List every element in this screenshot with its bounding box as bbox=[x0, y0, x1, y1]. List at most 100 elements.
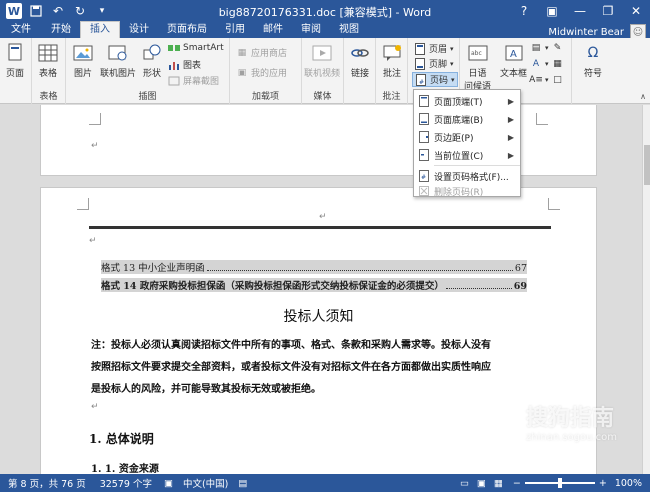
minimize-button[interactable]: — bbox=[566, 0, 594, 22]
menu-item-format-page-numbers[interactable]: # 设置页码格式(F)... bbox=[414, 167, 520, 185]
tab-page-layout[interactable]: 页面布局 bbox=[158, 22, 216, 38]
shapes-icon bbox=[141, 42, 163, 64]
customize-qat-icon[interactable]: ▾ bbox=[94, 3, 110, 19]
chevron-down-icon: ▾ bbox=[451, 75, 455, 84]
title-bar: W ↶ ↻ ▾ big88720176331.doc [兼容模式] - Word… bbox=[0, 0, 650, 22]
read-mode-icon[interactable]: ▭ bbox=[460, 478, 469, 489]
chart-icon bbox=[168, 59, 180, 71]
save-icon[interactable] bbox=[28, 3, 44, 19]
scrollbar-thumb[interactable] bbox=[644, 145, 650, 185]
word-count[interactable]: 32579 个字 bbox=[100, 476, 152, 490]
online-video-button[interactable]: 联机视频 bbox=[304, 42, 340, 79]
datetime-icon: ▦ bbox=[553, 59, 562, 69]
word-logo-icon: W bbox=[6, 3, 22, 19]
textbox-button[interactable]: A 文本框 bbox=[500, 42, 527, 79]
undo-icon[interactable]: ↶ bbox=[50, 3, 66, 19]
footer-button[interactable]: 页脚 ▾ bbox=[414, 57, 454, 70]
smartart-button[interactable]: SmartArt bbox=[168, 42, 224, 54]
header-label: 页眉 bbox=[429, 45, 448, 55]
store-button[interactable]: ▦ 应用商店 bbox=[236, 46, 288, 60]
date-greeting-button[interactable]: abc 日语 问候语 bbox=[464, 42, 491, 92]
online-video-label: 联机视频 bbox=[304, 69, 341, 79]
tab-references[interactable]: 引用 bbox=[216, 22, 254, 38]
toc-entry[interactable]: 格式 13 中小企业声明函 67 bbox=[101, 260, 527, 274]
document-area[interactable]: ↵ ↵ ↵ 格式 13 中小企业声明函 67 格式 14 政府采购投标担保函（采… bbox=[0, 105, 642, 474]
zoom-in-icon[interactable]: + bbox=[599, 478, 607, 489]
vertical-scrollbar[interactable] bbox=[642, 105, 650, 474]
language[interactable]: 中文(中国) bbox=[183, 476, 228, 490]
online-picture-label: 联机图片 bbox=[100, 69, 137, 79]
picture-button[interactable]: 图片 bbox=[72, 42, 94, 79]
symbol-button[interactable]: Ω 符号 bbox=[582, 42, 604, 79]
tab-review[interactable]: 审阅 bbox=[292, 22, 330, 38]
my-apps-button[interactable]: ▣ 我的应用 bbox=[236, 66, 288, 80]
tab-home[interactable]: 开始 bbox=[42, 22, 80, 38]
shapes-button[interactable]: 形状 bbox=[141, 42, 163, 79]
page-number-icon: # bbox=[415, 73, 427, 86]
print-layout-icon[interactable]: ▣ bbox=[477, 478, 486, 489]
tab-insert[interactable]: 插入 bbox=[80, 21, 120, 38]
proofing-icon[interactable]: ▣ bbox=[164, 478, 173, 489]
tab-design[interactable]: 设计 bbox=[120, 22, 158, 38]
menu-item-page-margins[interactable]: 页边距(P) ▶ bbox=[414, 128, 520, 146]
collapse-ribbon-icon[interactable]: ∧ bbox=[640, 92, 646, 101]
menu-item-label: 页面底端(B) bbox=[434, 115, 484, 126]
toc-entry[interactable]: 格式 14 政府采购投标担保函（采购投标担保函形式交纳投标保证金的必须提交） 6… bbox=[101, 278, 527, 292]
page-count[interactable]: 第 8 页，共 76 页 bbox=[8, 476, 86, 490]
quick-access-toolbar: W ↶ ↻ ▾ bbox=[0, 0, 110, 22]
pages-button[interactable]: 页面 bbox=[4, 42, 26, 79]
close-button[interactable]: ✕ bbox=[622, 0, 650, 22]
picture-icon bbox=[72, 42, 94, 64]
page-number-button[interactable]: # 页码 ▾ bbox=[412, 72, 458, 87]
page-margin-icon bbox=[414, 131, 434, 143]
zoom-level[interactable]: 100% bbox=[615, 478, 642, 489]
links-button[interactable]: 链接 bbox=[349, 42, 371, 79]
smartart-label: SmartArt bbox=[183, 43, 224, 53]
chevron-down-icon: ▾ bbox=[450, 44, 454, 53]
tab-file[interactable]: 文件 bbox=[0, 22, 42, 38]
menu-item-label: 删除页码(R) bbox=[434, 187, 484, 198]
textbox-icon: A bbox=[503, 42, 525, 64]
menu-item-current-position[interactable]: 当前位置(C) ▶ bbox=[414, 146, 520, 164]
table-button[interactable]: 表格 bbox=[37, 42, 59, 79]
online-picture-button[interactable]: 联机图片 bbox=[100, 42, 136, 79]
object-icon: □ bbox=[553, 75, 562, 85]
menu-item-bottom-of-page[interactable]: 页面底端(B) ▶ bbox=[414, 110, 520, 128]
screenshot-icon bbox=[168, 75, 180, 87]
wordart-button[interactable]: A ▾ ▦ bbox=[530, 58, 564, 70]
header-rule bbox=[89, 226, 551, 229]
dropcap-button[interactable]: A≡ ▾ □ bbox=[529, 74, 564, 86]
quick-parts-icon: ▤ bbox=[531, 43, 541, 53]
layout-icon[interactable]: ▤ bbox=[238, 478, 247, 489]
note-line: 按照招标文件要求提交全部资料，或者投标文件没有对招标文件在各方面都做出实质性响应 bbox=[91, 362, 491, 373]
quick-parts-button[interactable]: ▤ ▾ ✎ bbox=[530, 42, 564, 54]
header-icon bbox=[414, 42, 426, 55]
web-layout-icon[interactable]: ▦ bbox=[494, 478, 503, 489]
zoom-out-icon[interactable]: − bbox=[513, 478, 521, 489]
svg-text:#: # bbox=[421, 174, 426, 181]
page-top-icon bbox=[414, 95, 434, 107]
zoom-slider-thumb[interactable] bbox=[557, 478, 562, 488]
header-button[interactable]: 页眉 ▾ bbox=[414, 42, 454, 55]
group-label-comments: 批注 bbox=[382, 92, 401, 102]
current-page: ↵ ↵ 格式 13 中小企业声明函 67 格式 14 政府采购投标担保函（采购投… bbox=[40, 187, 597, 474]
symbol-label: 符号 bbox=[583, 69, 602, 79]
store-label: 应用商店 bbox=[251, 49, 288, 59]
redo-icon[interactable]: ↻ bbox=[72, 3, 88, 19]
group-tables: 表格 表格 bbox=[32, 38, 66, 104]
tab-view[interactable]: 视图 bbox=[330, 22, 368, 38]
chart-button[interactable]: 图表 bbox=[168, 58, 201, 71]
tab-mailings[interactable]: 邮件 bbox=[254, 22, 292, 38]
restore-button[interactable]: ❐ bbox=[594, 0, 622, 22]
comment-button[interactable]: 批注 bbox=[381, 42, 403, 79]
zoom-slider[interactable] bbox=[524, 478, 595, 488]
group-links: 链接 bbox=[344, 38, 376, 104]
my-apps-label: 我的应用 bbox=[251, 69, 288, 79]
my-apps-icon: ▣ bbox=[237, 67, 247, 78]
screenshot-button[interactable]: 屏幕截图 bbox=[168, 74, 219, 87]
help-button[interactable]: ? bbox=[510, 0, 538, 22]
menu-item-remove-page-numbers[interactable]: 删除页码(R) bbox=[414, 185, 520, 198]
menu-item-top-of-page[interactable]: 页面顶端(T) ▶ bbox=[414, 92, 520, 110]
ribbon-display-button[interactable]: ▣ bbox=[538, 0, 566, 22]
toc-dots bbox=[445, 282, 512, 289]
